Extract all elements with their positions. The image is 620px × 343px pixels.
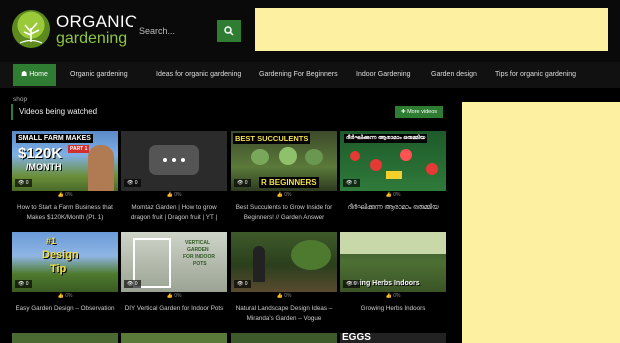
video-thumbnail[interactable]: 👁 0 xyxy=(231,232,337,292)
video-thumbnail[interactable]: EGGS xyxy=(340,333,446,343)
succulent-plant xyxy=(305,149,323,165)
rating: 👍 0% xyxy=(57,192,73,198)
sidebar-ad[interactable] xyxy=(462,102,620,343)
rating: 👍 0% xyxy=(276,192,292,198)
thumbs-up-icon: 👍 xyxy=(166,293,173,299)
site-header: ORGANIC gardening xyxy=(0,0,620,62)
section-header: Videos being watched xyxy=(11,104,445,120)
video-title[interactable]: Momtaz Garden | How to grow dragon fruit… xyxy=(121,203,227,222)
video-thumbnail[interactable] xyxy=(121,333,227,343)
nav-item-garden-design[interactable]: Garden design xyxy=(431,62,477,88)
view-count-badge: 👁 0 xyxy=(343,280,360,288)
thumbs-up-icon: 👍 xyxy=(57,293,64,299)
view-count-badge: 👁 0 xyxy=(234,179,251,187)
rating: 👍 0% xyxy=(166,192,182,198)
video-thumbnail[interactable]: 👁 0 xyxy=(121,131,227,191)
home-icon: ☗ xyxy=(21,71,30,78)
view-count-badge: 👁 0 xyxy=(15,280,32,288)
nav-item-organic-gardening[interactable]: Organic gardening xyxy=(70,62,128,88)
tree-logo-icon xyxy=(12,10,50,48)
nav-item-tips[interactable]: Tips for organic gardening xyxy=(495,62,576,88)
video-thumbnail[interactable] xyxy=(12,333,118,343)
video-title[interactable]: DIY Vertical Garden for Indoor Pots xyxy=(121,304,227,314)
breadcrumb[interactable]: shop xyxy=(13,96,27,103)
nav-item-beginners[interactable]: Gardening For Beginners xyxy=(259,62,338,88)
view-count-badge: 👁 0 xyxy=(124,179,141,187)
logo-text-gardening: gardening xyxy=(56,30,128,47)
video-thumbnail[interactable]: BEST SUCCULENTS R BEGINNERS 👁 0 xyxy=(231,131,337,191)
nav-item-home[interactable]: ☗ Home xyxy=(13,64,56,86)
thumbs-up-icon: 👍 xyxy=(276,192,283,198)
rating: 👍 0% xyxy=(385,192,401,198)
succulent-plant xyxy=(251,149,269,165)
succulent-plant xyxy=(279,147,297,165)
video-title[interactable]: Natural Landscape Design Ideas – Miranda… xyxy=(231,304,337,323)
view-count-badge: 👁 0 xyxy=(343,179,360,187)
logo-text-organic: ORGANIC xyxy=(56,12,138,31)
nav-item-indoor[interactable]: Indoor Gardening xyxy=(356,62,410,88)
top-ad-banner[interactable] xyxy=(255,8,608,51)
more-videos-button[interactable]: ✚ More videos xyxy=(395,106,443,118)
search-form xyxy=(133,20,241,42)
person-figure xyxy=(253,246,265,282)
rating: 👍 0% xyxy=(276,293,292,299)
search-input[interactable] xyxy=(133,20,217,42)
video-thumbnail[interactable]: SMALL FARM MAKES $120K /MONTH PART 1 👁 0 xyxy=(12,131,118,191)
video-title[interactable]: How to Start a Farm Business that Makes … xyxy=(12,203,118,222)
video-thumbnail[interactable]: owing Herbs Indoors 👁 0 xyxy=(340,232,446,292)
thumbs-up-icon: 👍 xyxy=(385,192,392,198)
view-count-badge: 👁 0 xyxy=(124,280,141,288)
view-count-badge: 👁 0 xyxy=(234,280,251,288)
site-logo[interactable]: ORGANIC gardening xyxy=(12,10,137,50)
rating: 👍 0% xyxy=(166,293,182,299)
nav-item-ideas[interactable]: Ideas for organic gardening xyxy=(156,62,241,88)
video-title[interactable]: Best Succulents to Grow Inside for Begin… xyxy=(231,203,337,222)
search-icon xyxy=(224,26,234,36)
arrow-icon xyxy=(386,171,402,179)
video-thumbnail[interactable]: ദീർഘിക്കുന്ന ആരാമാം ഒരുമ്മിയ 👁 0 xyxy=(340,131,446,191)
thumbs-up-icon: 👍 xyxy=(276,293,283,299)
thumbs-up-icon: 👍 xyxy=(57,192,64,198)
thumbs-up-icon: 👍 xyxy=(166,192,173,198)
video-thumbnail[interactable]: #1 Design Tip 👁 0 xyxy=(12,232,118,292)
video-thumbnail[interactable] xyxy=(231,333,337,343)
loading-icon xyxy=(149,145,199,175)
video-title[interactable]: ദീർഘിക്കുന്ന ആരാമാം ഒരുമ്മിയ xyxy=(340,203,446,213)
video-thumbnail[interactable]: VERTICAL GARDEN FOR INDOOR POTS 👁 0 xyxy=(121,232,227,292)
video-title[interactable]: Easy Garden Design – Observation xyxy=(12,304,118,314)
rating: 👍 0% xyxy=(57,293,73,299)
person-figure xyxy=(88,145,114,191)
thumbs-up-icon: 👍 xyxy=(385,293,392,299)
rating: 👍 0% xyxy=(385,293,401,299)
view-count-badge: 👁 0 xyxy=(15,179,32,187)
search-button[interactable] xyxy=(217,20,241,42)
video-title[interactable]: Growing Herbs Indoors xyxy=(340,304,446,314)
section-title: Videos being watched xyxy=(19,107,98,116)
main-nav: ☗ Home Organic gardening Ideas for organ… xyxy=(0,62,620,88)
